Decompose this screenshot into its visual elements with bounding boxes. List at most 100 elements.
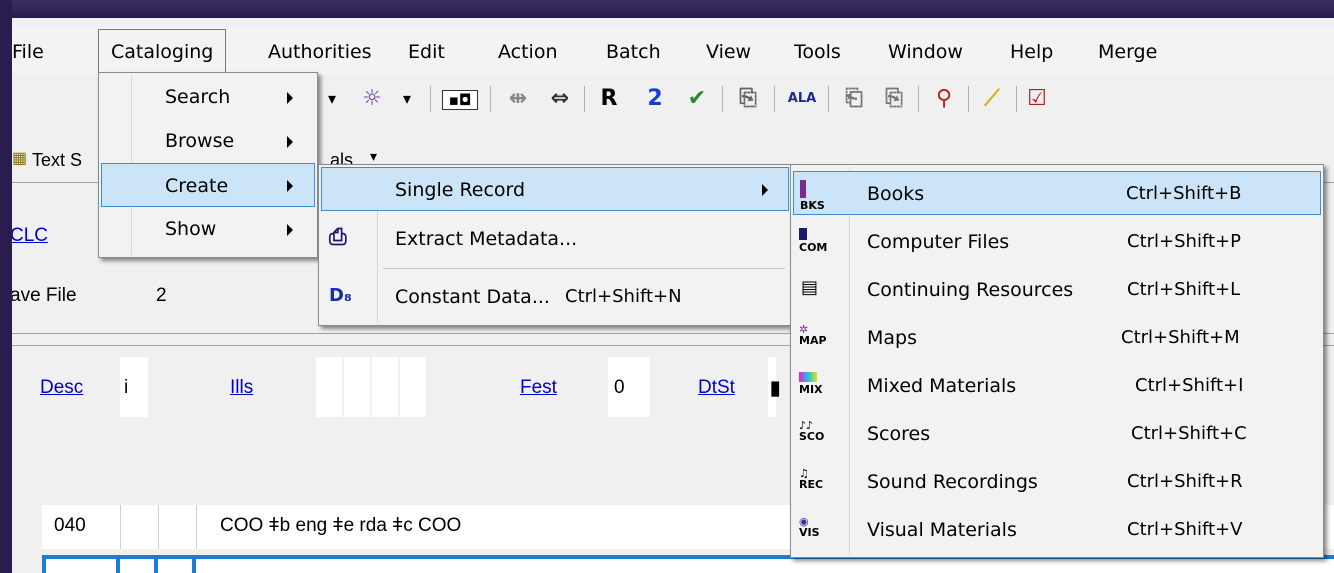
menu-item-maps[interactable]: ✲ MAP Maps Ctrl+Shift+M: [793, 316, 1321, 360]
toolbar: ▾ ☼ ▾ ▪◘ ⇹ ⇔ R 2 ✔ ⎘ ALA ⎗ ⎘ ⚲ ⟋ ☑: [312, 78, 1334, 120]
menu-help[interactable]: Help: [1010, 35, 1053, 69]
mixed-materials-icon: MIX: [799, 372, 827, 402]
toolbar-separator: [430, 86, 431, 112]
validate-icon[interactable]: ✔: [680, 84, 714, 114]
save-file-label: ave File: [12, 285, 77, 306]
ills-cell[interactable]: [316, 357, 342, 417]
menu-item-browse[interactable]: Browse: [101, 119, 315, 163]
menu-batch[interactable]: Batch: [606, 35, 661, 69]
title-bar-strip: [12, 0, 1334, 18]
ills-link[interactable]: Ills: [230, 377, 253, 399]
toolbar-separator: [774, 86, 775, 112]
desc-link[interactable]: Desc: [40, 377, 83, 399]
toolbar-separator: [828, 86, 829, 112]
dropdown-arrow-icon[interactable]: ▾: [312, 84, 352, 114]
icon-label: VIS: [799, 526, 820, 539]
visual-materials-icon: ◉ VIS: [799, 515, 820, 539]
submenu-arrow-icon: [287, 224, 293, 236]
toolbar-separator: [918, 86, 919, 112]
tab-text[interactable]: Text S: [32, 150, 82, 171]
menu-item-label: Show: [165, 218, 217, 240]
shortcut-label: Ctrl+Shift+M: [1121, 327, 1240, 348]
two-button[interactable]: 2: [640, 84, 670, 114]
menu-item-search[interactable]: Search: [101, 75, 315, 119]
ills-cell[interactable]: [344, 357, 370, 417]
copy-icon[interactable]: ⎘: [730, 84, 766, 114]
palette-icon[interactable]: ☼: [352, 84, 392, 114]
wand-icon[interactable]: ⟋: [974, 84, 1010, 114]
dtst-link[interactable]: DtSt: [698, 377, 735, 399]
sound-recordings-icon: ♫ REC: [799, 467, 824, 491]
text-tab-icon: ▦: [12, 150, 28, 167]
menu-item-constant-data[interactable]: D₈ Constant Data... Ctrl+Shift+N: [321, 275, 789, 319]
computer-files-icon: COM: [799, 228, 827, 258]
menu-item-computer-files[interactable]: COM Computer Files Ctrl+Shift+P: [793, 220, 1321, 264]
forward-icon[interactable]: ⎘: [876, 84, 912, 114]
menu-window[interactable]: Window: [888, 35, 963, 69]
chevron-down-icon[interactable]: ▾: [392, 84, 422, 114]
r-button[interactable]: R: [594, 84, 624, 114]
menu-item-label: Create: [165, 175, 229, 197]
menu-item-mixed-materials[interactable]: MIX Mixed Materials Ctrl+Shift+I: [793, 364, 1321, 408]
icon-label: REC: [799, 478, 824, 491]
menu-item-label: Search: [165, 86, 231, 108]
menu-item-label: Scores: [867, 423, 931, 445]
toolbar-separator: [1016, 86, 1017, 112]
menu-edit[interactable]: Edit: [408, 35, 445, 69]
menu-bar: File Cataloging Authorities Edit Action …: [12, 27, 1334, 76]
shortcut-label: Ctrl+Shift+C: [1131, 423, 1247, 444]
icon-label: MIX: [799, 383, 823, 396]
record-icon[interactable]: ▪◘: [442, 90, 478, 110]
fest-link[interactable]: Fest: [520, 377, 557, 399]
shortcut-label: Ctrl+Shift+N: [565, 286, 682, 307]
menu-item-label: Constant Data...: [395, 286, 550, 308]
menu-item-visual-materials[interactable]: ◉ VIS Visual Materials Ctrl+Shift+V: [793, 508, 1321, 552]
shortcut-label: Ctrl+Shift+I: [1135, 375, 1244, 396]
menu-view[interactable]: View: [706, 35, 751, 69]
ala-button[interactable]: ALA: [782, 84, 822, 114]
menu-item-continuing-resources[interactable]: ▤ Continuing Resources Ctrl+Shift+L: [793, 268, 1321, 312]
icon-label: MAP: [799, 334, 827, 347]
cell-divider: [158, 505, 159, 549]
menu-item-label: Extract Metadata...: [395, 228, 578, 250]
menu-item-create[interactable]: Create: [101, 163, 315, 207]
continuing-resources-icon: ▤: [801, 277, 819, 298]
menu-item-sound-recordings[interactable]: ♫ REC Sound Recordings Ctrl+Shift+R: [793, 460, 1321, 504]
menu-cataloging[interactable]: Cataloging: [98, 29, 227, 76]
cataloging-menu: Search Browse Create Show: [98, 72, 318, 258]
menu-merge[interactable]: Merge: [1098, 35, 1157, 69]
toolbar-separator: [584, 86, 585, 112]
menu-item-books[interactable]: BKS Books Ctrl+Shift+B: [793, 171, 1321, 215]
menu-authorities[interactable]: Authorities: [268, 35, 372, 69]
shortcut-label: Ctrl+Shift+B: [1126, 183, 1242, 204]
swap-icon[interactable]: ⇔: [540, 84, 580, 114]
fest-value: 0: [614, 377, 625, 398]
split-icon[interactable]: ⇹: [498, 84, 538, 114]
menu-file[interactable]: File: [12, 35, 44, 69]
cell-divider: [120, 505, 121, 549]
menu-item-label: Maps: [867, 327, 917, 349]
field-tag: 040: [54, 515, 86, 536]
create-submenu: Single Record ⎙ Extract Metadata... D₈ C…: [318, 164, 792, 326]
back-icon[interactable]: ⎗: [836, 84, 872, 114]
dtst-value-marker: ▮: [770, 378, 781, 399]
chevron-down-icon[interactable]: ▾: [370, 148, 377, 165]
ills-cell[interactable]: [372, 357, 398, 417]
field-value[interactable]: COO ǂb eng ǂe rda ǂc COO: [220, 515, 461, 537]
books-icon: BKS: [800, 180, 828, 211]
menu-item-extract-metadata[interactable]: ⎙ Extract Metadata...: [321, 217, 789, 261]
cell-divider: [154, 559, 158, 573]
menu-item-scores[interactable]: ♪♪ SCO Scores Ctrl+Shift+C: [793, 412, 1321, 456]
oclc-link[interactable]: CLC: [12, 225, 48, 247]
cell-divider: [196, 505, 197, 549]
menu-item-single-record[interactable]: Single Record: [321, 167, 789, 211]
pin-icon[interactable]: ⚲: [926, 84, 962, 114]
menu-tools[interactable]: Tools: [794, 35, 841, 69]
menu-action[interactable]: Action: [498, 35, 558, 69]
ills-cell[interactable]: [400, 357, 426, 417]
menu-item-show[interactable]: Show: [101, 207, 315, 251]
toolbar-separator: [968, 86, 969, 112]
checkbox-icon[interactable]: ☑: [1022, 84, 1052, 114]
menu-item-label: Mixed Materials: [867, 375, 1017, 397]
toolbar-separator: [490, 86, 491, 112]
